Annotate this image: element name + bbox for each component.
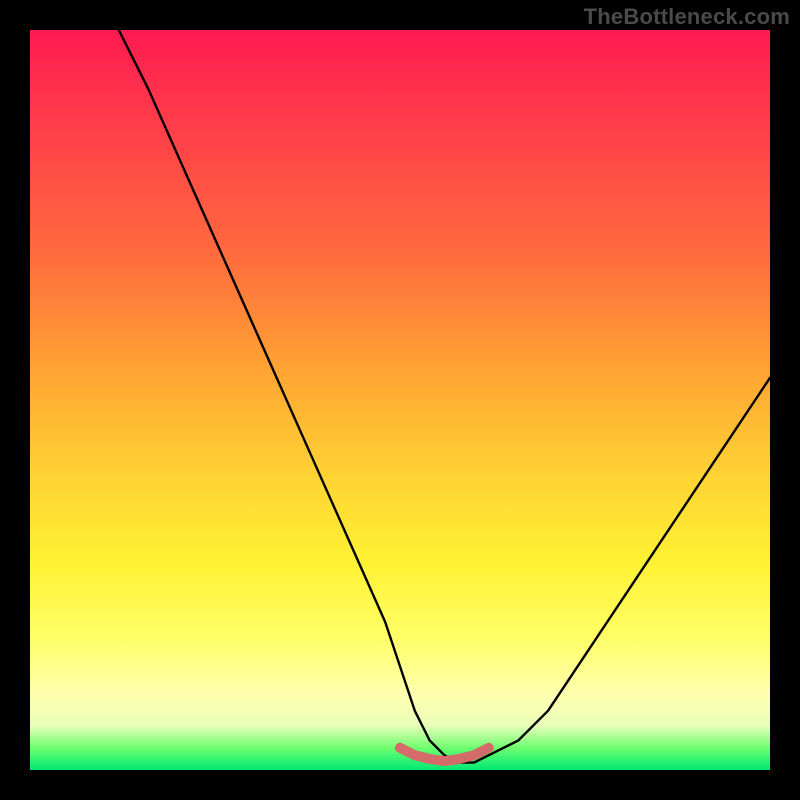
chart-frame: TheBottleneck.com [0,0,800,800]
curve-layer [30,30,770,770]
bottleneck-curve [119,30,770,763]
plot-area [30,30,770,770]
watermark-text: TheBottleneck.com [584,4,790,30]
